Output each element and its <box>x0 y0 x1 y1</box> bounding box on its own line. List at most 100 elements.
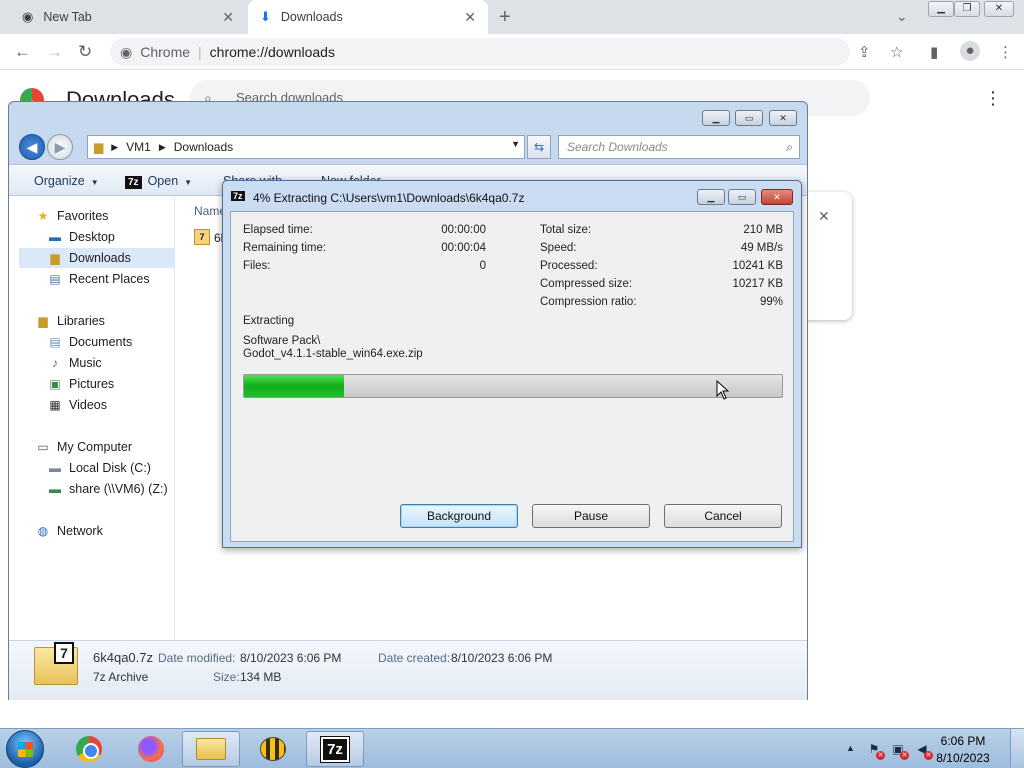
nav-local-disk[interactable]: ▬ Local Disk (C:) <box>47 458 187 478</box>
maximize-button[interactable]: ▭ <box>728 189 756 205</box>
cancel-button[interactable]: Cancel <box>664 504 782 528</box>
chevron-down-icon: ▼ <box>184 178 193 187</box>
nav-label: Music <box>69 356 102 370</box>
back-arrow-icon[interactable]: ◀ <box>19 134 45 160</box>
nav-pictures[interactable]: ▣ Pictures <box>47 374 187 394</box>
new-tab-button[interactable]: + <box>499 6 511 29</box>
clock-time[interactable]: 6:06 PM <box>930 734 996 748</box>
network-icon: ◍ <box>37 524 49 538</box>
close-button[interactable]: ✕ <box>984 1 1014 17</box>
tray-expand-icon[interactable]: ▲ <box>846 743 855 753</box>
share-icon[interactable]: ⇪ <box>858 43 871 61</box>
nav-videos[interactable]: ▦ Videos <box>47 395 187 415</box>
nav-recent-places[interactable]: ▤ Recent Places <box>47 269 187 289</box>
back-arrow-icon[interactable]: ← <box>14 42 31 62</box>
chevron-down-icon[interactable]: ⌄ <box>896 8 908 25</box>
show-desktop-button[interactable] <box>1010 729 1024 768</box>
background-button[interactable]: Background <box>400 504 518 528</box>
breadcrumb-downloads[interactable]: Downloads <box>174 140 233 154</box>
music-icon: ♪ <box>52 356 58 370</box>
elapsed-value: 00:00:00 <box>441 224 486 236</box>
clock-date[interactable]: 8/10/2023 <box>930 751 996 765</box>
firefox-icon <box>138 736 164 762</box>
details-type: 7z Archive <box>93 670 149 684</box>
nav-libraries[interactable]: ▆ Libraries <box>35 311 175 331</box>
taskbar-7zip[interactable]: 7z <box>306 731 364 767</box>
address-row: ◀ ▶ ▆ ▶ VM1 ▶ Downloads ▼ ⇆ Search Downl… <box>9 132 807 164</box>
nav-downloads[interactable]: ▆ Downloads <box>19 248 174 268</box>
nav-network[interactable]: ◍ Network <box>35 521 175 541</box>
restore-button[interactable]: ❐ <box>954 1 980 17</box>
pictures-icon: ▣ <box>49 377 61 391</box>
7zip-icon: 7z <box>125 176 142 189</box>
tab-new-tab[interactable]: ◉ New Tab ✕ <box>10 0 246 34</box>
nav-label: Network <box>57 524 103 538</box>
profile-avatar-icon[interactable]: ● <box>960 41 980 61</box>
nav-my-computer[interactable]: ▭ My Computer <box>35 437 175 457</box>
nav-network-share[interactable]: ▬ share (\\VM6) (Z:) <box>47 479 187 499</box>
forward-arrow-icon[interactable]: ▶ <box>47 134 73 160</box>
side-panel-icon[interactable]: ▮ <box>930 43 938 61</box>
nav-label: Videos <box>69 398 107 412</box>
minimize-button[interactable]: ▁ <box>697 189 725 205</box>
menu-icon[interactable]: ⋮ <box>998 43 1013 61</box>
tab-downloads[interactable]: ⬇ Downloads ✕ <box>248 0 488 34</box>
elapsed-label: Elapsed time: <box>243 224 313 236</box>
address-bar[interactable]: ▆ ▶ VM1 ▶ Downloads ▼ <box>87 135 525 159</box>
minimize-button[interactable]: ▁ <box>928 1 954 17</box>
dialog-caption: 7z 4% Extracting C:\Users\vm1\Downloads\… <box>223 181 801 213</box>
total-size-label: Total size: <box>540 224 592 236</box>
libraries-icon: ▆ <box>38 314 48 328</box>
nav-favorites[interactable]: ★ Favorites <box>35 206 175 226</box>
more-options-icon[interactable]: ⋮ <box>984 88 1002 109</box>
bee-icon <box>260 737 286 761</box>
star-icon[interactable]: ☆ <box>890 43 903 61</box>
current-path-line2: Godot_v4.1.1-stable_win64.exe.zip <box>243 348 423 360</box>
taskbar: 7z ▲ ⚑ ✕ ▣ ✕ ◀ ✕ 6:06 PM 8/10/2023 <box>0 728 1024 768</box>
nav-label: Documents <box>69 335 133 349</box>
star-icon: ★ <box>37 209 49 223</box>
breadcrumb-vm1[interactable]: VM1 <box>126 140 151 154</box>
omnibox-separator: | <box>198 44 202 60</box>
minimize-button[interactable]: ▁ <box>702 110 730 126</box>
nav-label: My Computer <box>57 440 133 454</box>
taskbar-file-explorer[interactable] <box>182 731 240 767</box>
7zip-icon: 7z <box>320 735 350 763</box>
close-icon[interactable]: ✕ <box>464 9 476 26</box>
taskbar-firefox[interactable] <box>122 731 180 767</box>
forward-arrow-icon[interactable]: → <box>46 42 63 62</box>
status-label: Extracting <box>243 315 295 327</box>
nav-documents[interactable]: ▤ Documents <box>47 332 187 352</box>
action-center-icon[interactable]: ⚑ ✕ <box>866 741 885 760</box>
recent-places-icon: ▤ <box>49 272 61 286</box>
start-button[interactable] <box>6 730 44 768</box>
volume-muted-icon[interactable]: ◀ ✕ <box>914 741 933 760</box>
chevron-down-icon[interactable]: ▼ <box>511 139 520 149</box>
maximize-button[interactable]: ▭ <box>735 110 763 126</box>
compressed-size-label: Compressed size: <box>540 278 633 290</box>
close-button[interactable]: ✕ <box>769 110 797 126</box>
organize-button[interactable]: Organize ▼ <box>34 174 99 188</box>
taskbar-chrome[interactable] <box>60 731 118 767</box>
close-icon[interactable]: ✕ <box>222 9 234 26</box>
nav-music[interactable]: ♪ Music <box>47 353 187 373</box>
remaining-label: Remaining time: <box>243 242 327 254</box>
details-modified-label: Date modified: <box>158 651 236 665</box>
pause-button[interactable]: Pause <box>532 504 650 528</box>
nav-label: Pictures <box>69 377 115 391</box>
omnibox[interactable]: ◉ Chrome | chrome://downloads <box>110 38 850 66</box>
nav-desktop[interactable]: ▬ Desktop <box>47 227 187 247</box>
open-button[interactable]: 7z Open ▼ <box>125 174 192 189</box>
reload-icon[interactable]: ↻ <box>78 42 92 62</box>
taskbar-bee-app[interactable] <box>244 731 302 767</box>
refresh-icon[interactable]: ⇆ <box>527 135 551 159</box>
processed-value: 10241 KB <box>732 260 783 272</box>
close-icon[interactable]: ✕ <box>818 208 830 225</box>
7zip-icon: 7z <box>231 191 245 201</box>
tab-label: New Tab <box>43 10 92 24</box>
close-button[interactable]: ✕ <box>761 189 793 205</box>
explorer-search-input[interactable]: Search Downloads ⌕ <box>558 135 800 159</box>
windows-logo-icon <box>18 742 33 757</box>
network-status-icon[interactable]: ▣ ✕ <box>890 741 909 760</box>
chrome-icon <box>76 736 102 762</box>
